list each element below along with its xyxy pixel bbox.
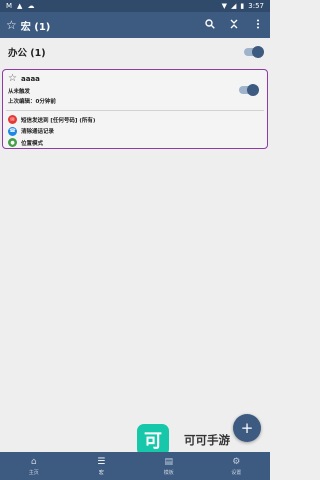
nav-label: 主页 [28,469,39,476]
signal-icon: ◢ [231,2,237,10]
list-icon: ☰ [97,456,106,467]
template-icon: ▤ [164,456,173,467]
action-item: ☎ 清除通话记录 [8,126,95,138]
nav-label: 模板 [163,469,174,476]
action-label: 清除通话记录 [21,129,55,136]
call-log-icon: ☎ [8,126,17,136]
macro-toggle[interactable] [239,84,259,96]
page-title: 宏 (1) [20,21,51,33]
wifi-icon: ▼ [221,2,228,10]
toggle-knob [252,46,264,58]
nav-label: 设置 [231,469,242,476]
app-bar: ☆ 宏 (1) [0,12,270,38]
macro-card[interactable]: ☆ aaaa 从未触发 上次编辑：0分钟前 ✉ 短信发送到 [任何号码] (所有… [2,69,268,149]
group-name: 办公 (1) [8,48,46,59]
nav-label: 宏 [98,469,104,476]
search-icon[interactable] [204,18,216,32]
notification-m-icon: M [6,2,13,10]
gear-icon: ⚙ [232,456,241,467]
divider [6,110,264,111]
macro-name: aaaa [21,75,40,83]
action-label: 短信发送到 [任何号码] (所有) [21,117,96,124]
action-item: ● 位置模式 [8,137,95,149]
toggle-knob [247,84,259,96]
macro-last-edited: 上次编辑：0分钟前 [8,99,56,105]
action-item: ✉ 短信发送到 [任何号码] (所有) [8,114,95,126]
bottom-nav: ⌂ 主页 ☰ 宏 ▤ 模板 ⚙ 设置 [0,452,270,480]
favorite-star-icon[interactable]: ☆ [8,73,17,84]
nav-settings[interactable]: ⚙ 设置 [203,452,271,480]
group-toggle[interactable] [244,46,264,58]
nav-home[interactable]: ⌂ 主页 [0,452,68,480]
location-icon: ● [8,138,17,148]
status-bar: M ▲ ☁ ▼ ◢ ▮ 3:57 [0,0,270,12]
nav-macros[interactable]: ☰ 宏 [68,452,136,480]
macro-trigger-status: 从未触发 [8,89,31,95]
notification-cloud-icon: ☁ [27,2,35,10]
add-macro-button[interactable]: + [233,414,261,442]
battery-icon: ▮ [240,2,245,10]
action-list: ✉ 短信发送到 [任何号码] (所有) ☎ 清除通话记录 ● 位置模式 [8,114,95,149]
notification-a-icon: ▲ [17,2,23,10]
more-options-icon[interactable] [252,19,264,32]
status-time: 3:57 [248,2,264,10]
watermark-text: 可可手游 [184,433,230,447]
action-label: 位置模式 [21,140,44,147]
group-header[interactable]: 办公 (1) [0,40,270,64]
nav-templates[interactable]: ▤ 模板 [135,452,203,480]
collapse-icon[interactable] [228,19,240,32]
star-icon[interactable]: ☆ [6,18,17,32]
sms-icon: ✉ [8,115,17,125]
home-icon: ⌂ [30,456,37,467]
